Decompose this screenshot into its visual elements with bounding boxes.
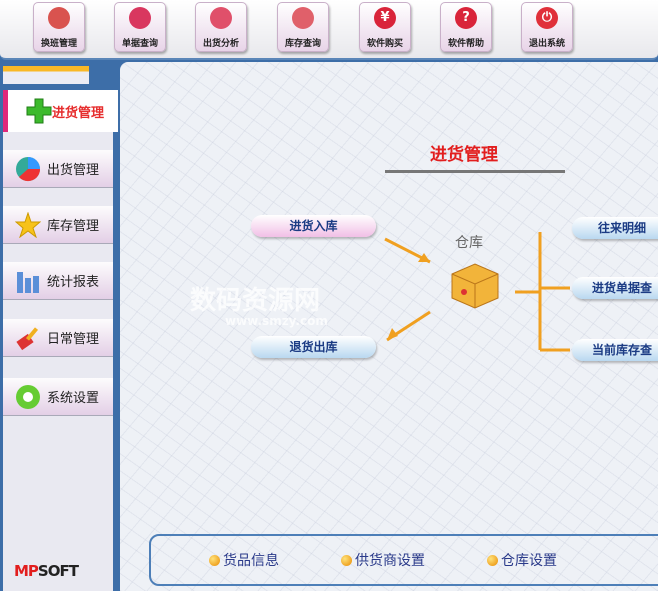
toolbar-button-label: 换班管理 [40, 39, 77, 49]
yen-icon: ¥ [374, 7, 396, 29]
brush-icon [16, 326, 39, 350]
link-label: 供货商设置 [355, 553, 425, 569]
bullet-icon [341, 554, 352, 566]
watermark: 数码资源网 [190, 286, 321, 316]
mpsoft-logo: MPSOFT [14, 562, 79, 580]
sidebar-item-label: 日常管理 [47, 332, 100, 347]
plus-icon [26, 98, 52, 124]
return-out-button[interactable]: 退货出库 [251, 336, 376, 358]
page-title: 进货管理 [430, 145, 498, 165]
link-label: 货品信息 [223, 553, 279, 569]
quick-links: 货品信息 供货商设置 仓库设置 [149, 534, 658, 586]
sidebar-item-1[interactable]: 库存管理 [3, 206, 113, 244]
bar-chart-icon [17, 271, 39, 293]
gear-icon [16, 384, 40, 409]
supplier-settings-link[interactable]: 供货商设置 [341, 550, 425, 570]
inbound-button[interactable]: 进货入库 [251, 215, 376, 237]
users-icon [48, 7, 70, 29]
sidebar-panel [3, 132, 113, 591]
toolbar-button-3[interactable]: 库存查询 [277, 2, 329, 52]
sidebar-item-4[interactable]: 系统设置 [3, 378, 113, 416]
sidebar-item-label: 系统设置 [47, 391, 100, 406]
toolbar-button-label: 退出系统 [528, 39, 565, 49]
power-icon: ⏻ [536, 7, 558, 29]
toolbar-button-label: 软件帮助 [447, 39, 484, 49]
sidebar-item-2[interactable]: 统计报表 [3, 262, 113, 300]
box-icon [451, 263, 499, 309]
toolbar-button-6[interactable]: ⏻ 退出系统 [521, 2, 573, 52]
transactions-button[interactable]: 往来明细 [572, 217, 658, 239]
sidebar-item-label: 库存管理 [47, 219, 100, 234]
toolbar-button-label: 单据查询 [121, 39, 158, 49]
pie-chart-icon [16, 156, 41, 181]
toolbar: 换班管理 单据查询 出货分析 库存查询 ¥ 软件购买? 软件帮助 ⏻ 退出系统 [0, 0, 658, 60]
inbound-query-button[interactable]: 进货单据查 [572, 277, 658, 299]
toolbar-button-label: 库存查询 [284, 39, 321, 49]
toolbar-button-label: 软件购买 [366, 39, 403, 49]
magnifier-icon [129, 7, 151, 29]
bar-chart-icon [210, 7, 232, 29]
link-label: 仓库设置 [501, 553, 557, 569]
title-underline [385, 170, 565, 173]
sidebar-item-label: 进货管理 [52, 105, 105, 121]
toolbar-button-1[interactable]: 单据查询 [114, 2, 166, 52]
sidebar-header [3, 66, 89, 84]
toolbar-button-5[interactable]: ? 软件帮助 [440, 2, 492, 52]
sidebar-item-label: 统计报表 [47, 275, 100, 290]
watermark-url: www.smzy.com [225, 314, 328, 328]
bullet-icon [209, 554, 220, 566]
boxes-icon [292, 7, 314, 29]
toolbar-button-label: 出货分析 [202, 39, 239, 49]
sidebar-item-inbound[interactable]: 进货管理 [3, 90, 118, 132]
goods-info-link[interactable]: 货品信息 [209, 550, 279, 570]
bullet-icon [487, 554, 498, 566]
warehouse-label: 仓库 [455, 235, 483, 251]
help-icon: ? [455, 7, 477, 29]
toolbar-button-2[interactable]: 出货分析 [195, 2, 247, 52]
warehouse-settings-link[interactable]: 仓库设置 [487, 550, 557, 570]
sidebar-item-label: 出货管理 [47, 163, 100, 178]
toolbar-button-0[interactable]: 换班管理 [33, 2, 85, 52]
sidebar-item-0[interactable]: 出货管理 [3, 150, 113, 188]
stock-query-button[interactable]: 当前库存查 [572, 339, 658, 361]
main-panel: 进货管理 进货入库 退货出库 仓库 往来明细 进货单据查 当前库存查 货品信息 … [120, 62, 658, 591]
sidebar-item-3[interactable]: 日常管理 [3, 319, 113, 357]
toolbar-button-4[interactable]: ¥ 软件购买 [359, 2, 411, 52]
star-icon [15, 211, 41, 238]
